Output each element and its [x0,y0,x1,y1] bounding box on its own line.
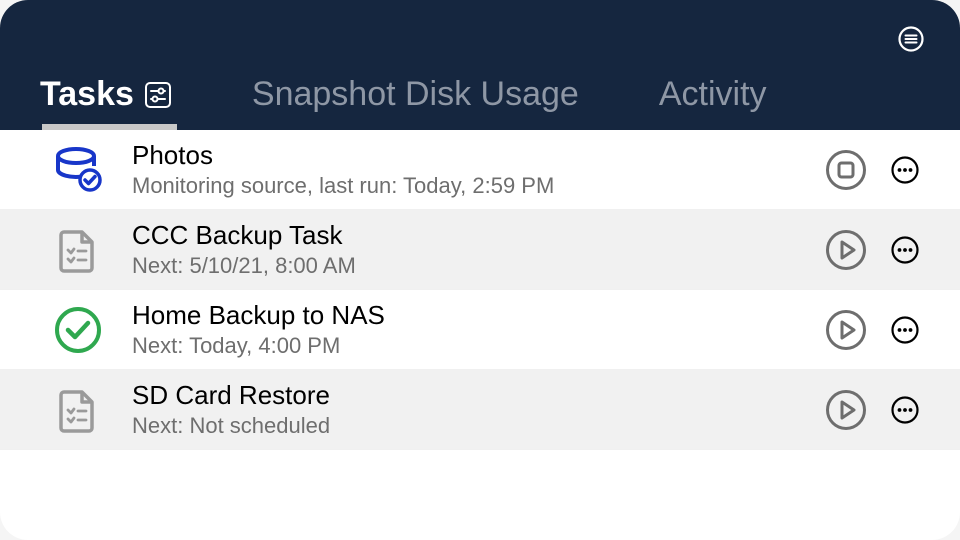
more-button[interactable] [890,155,920,185]
task-actions [824,228,920,272]
database-check-icon [52,144,104,196]
task-actions [824,388,920,432]
more-icon [891,316,919,344]
task-subtitle: Next: 5/10/21, 8:00 AM [132,253,824,279]
task-actions [824,148,920,192]
checklist-icon [52,384,104,436]
stop-button[interactable] [824,148,868,192]
task-list: Photos Monitoring source, last run: Toda… [0,130,960,450]
tab-bar: Tasks Snapshot Disk Usage Activity [40,75,767,130]
tab-snapshot-disk-usage[interactable]: Snapshot Disk Usage [252,75,579,130]
menu-icon [898,26,924,52]
task-subtitle: Next: Today, 4:00 PM [132,333,824,359]
task-title: SD Card Restore [132,380,824,411]
task-row[interactable]: Photos Monitoring source, last run: Toda… [0,130,960,210]
header: Tasks Snapshot Disk Usage Activity [0,0,960,130]
more-icon [891,396,919,424]
tab-label: Activity [659,75,767,114]
task-subtitle: Monitoring source, last run: Today, 2:59… [132,173,824,199]
sliders-icon [144,81,172,109]
checklist-icon [52,224,104,276]
tab-label: Tasks [40,75,134,114]
task-title: CCC Backup Task [132,220,824,251]
stop-icon [825,149,867,191]
task-row[interactable]: CCC Backup Task Next: 5/10/21, 8:00 AM [0,210,960,290]
check-circle-icon [52,304,104,356]
tab-tasks[interactable]: Tasks [40,75,172,130]
task-actions [824,308,920,352]
tab-label: Snapshot Disk Usage [252,75,579,114]
play-button[interactable] [824,228,868,272]
play-button[interactable] [824,308,868,352]
more-icon [891,236,919,264]
task-title: Home Backup to NAS [132,300,824,331]
play-icon [825,229,867,271]
menu-button[interactable] [896,24,926,54]
task-text: SD Card Restore Next: Not scheduled [132,380,824,439]
task-title: Photos [132,140,824,171]
play-icon [825,389,867,431]
task-row[interactable]: Home Backup to NAS Next: Today, 4:00 PM [0,290,960,370]
task-text: CCC Backup Task Next: 5/10/21, 8:00 AM [132,220,824,279]
task-subtitle: Next: Not scheduled [132,413,824,439]
play-button[interactable] [824,388,868,432]
more-button[interactable] [890,315,920,345]
more-button[interactable] [890,395,920,425]
tab-activity[interactable]: Activity [659,75,767,130]
task-text: Photos Monitoring source, last run: Toda… [132,140,824,199]
play-icon [825,309,867,351]
task-row[interactable]: SD Card Restore Next: Not scheduled [0,370,960,450]
task-text: Home Backup to NAS Next: Today, 4:00 PM [132,300,824,359]
app-window: Tasks Snapshot Disk Usage Activity [0,0,960,540]
more-icon [891,156,919,184]
more-button[interactable] [890,235,920,265]
